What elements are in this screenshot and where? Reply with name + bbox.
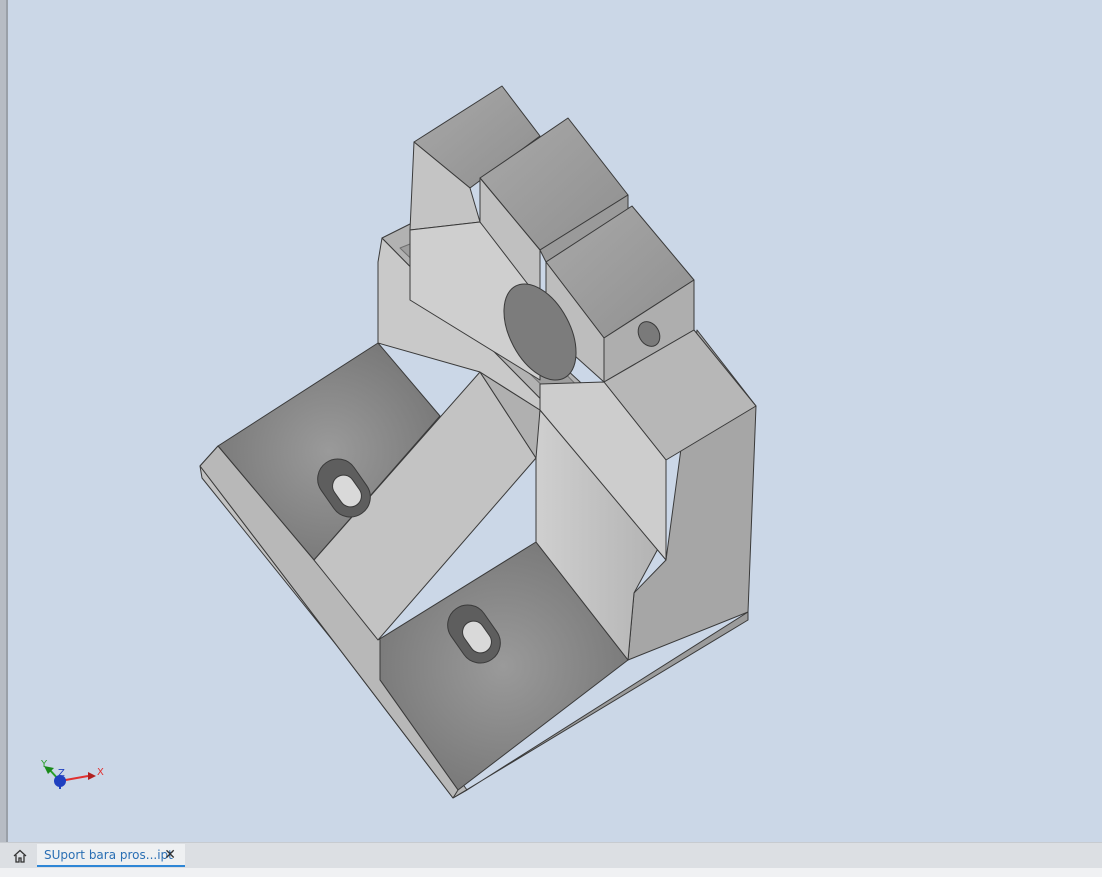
- x-axis-arrow: [88, 772, 96, 780]
- window-left-edge: [0, 0, 8, 842]
- status-bar: [0, 868, 1102, 877]
- 3d-viewport[interactable]: Y Z X: [8, 0, 1102, 842]
- document-tab-bar: SUport bara pros...ipt ✕: [0, 842, 1102, 869]
- tab-close-icon[interactable]: ✕: [164, 845, 176, 865]
- x-axis-label: X: [97, 767, 104, 778]
- y-axis-label: Y: [40, 759, 48, 770]
- document-tab[interactable]: SUport bara pros...ipt ✕: [37, 844, 185, 867]
- home-button[interactable]: [9, 846, 31, 866]
- part-model[interactable]: [8, 0, 1102, 842]
- document-tab-label: SUport bara pros...ipt: [44, 847, 173, 862]
- home-icon: [13, 849, 27, 863]
- z-axis-label: Z: [58, 768, 65, 779]
